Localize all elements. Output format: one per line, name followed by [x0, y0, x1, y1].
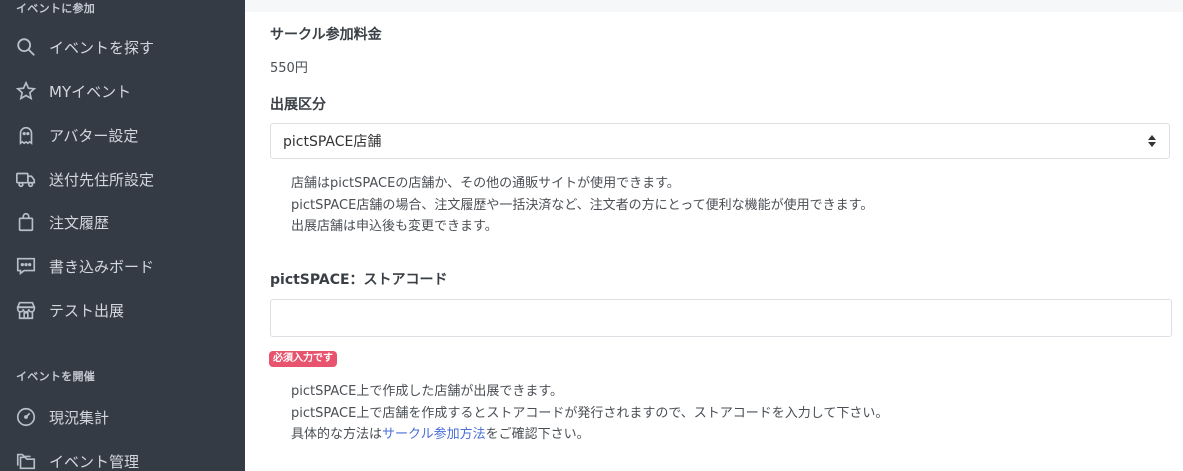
ghost-icon — [15, 124, 37, 146]
sidebar-item-label: MYイベント — [49, 82, 132, 101]
search-icon — [15, 36, 37, 58]
category-help-line: 出展店舗は申込後も変更できます。 — [291, 219, 498, 234]
sidebar-item-order-history[interactable]: 注文履歴 — [0, 202, 245, 242]
folders-icon — [15, 450, 37, 471]
star-icon — [15, 80, 37, 102]
store-help-line: pictSPACE上で作成した店舗が出展できます。 — [291, 384, 564, 399]
fee-value: 550円 — [270, 61, 308, 76]
sidebar-item-event-management[interactable]: イベント管理 — [0, 441, 245, 471]
shopping-bag-icon — [15, 211, 37, 233]
sidebar-item-search-events[interactable]: イベントを探す — [0, 27, 245, 67]
circle-join-guide-link[interactable]: サークル参加方法 — [382, 427, 486, 442]
store-help-line: pictSPACE上で店舗を作成するとストアコードが発行されますので、ストアコー… — [291, 405, 889, 421]
sidebar-item-label: 注文履歴 — [49, 213, 110, 232]
section-label-join: イベントに参加 — [16, 2, 96, 15]
sidebar-item-label: イベントを探す — [49, 38, 155, 57]
sidebar-item-label: 現況集計 — [49, 408, 110, 427]
sidebar-item-label: イベント管理 — [49, 452, 140, 471]
sort-arrows-icon — [1147, 133, 1157, 149]
gauge-icon — [15, 406, 37, 428]
main-content: サークル参加料金 550円 出展区分 pictSPACE店舗 店舗はpictSP… — [245, 0, 1183, 471]
category-select-value: pictSPACE店舗 — [283, 134, 382, 150]
top-strip — [245, 0, 1183, 12]
sidebar-item-test-exhibit[interactable]: テスト出展 — [0, 290, 245, 330]
store-code-heading: pictSPACE：ストアコード — [270, 272, 448, 288]
category-help-line: 店舗はpictSPACEの店舗か、その他の通販サイトが使用できます。 — [291, 176, 680, 191]
category-select[interactable]: pictSPACE店舗 — [270, 123, 1170, 159]
sidebar: イベントに参加 イベントを探す MYイベント アバター設定 送付先住所設定 注文… — [0, 0, 245, 471]
store-code-input[interactable] — [270, 299, 1172, 337]
category-help-text: 店舗はpictSPACEの店舗か、その他の通販サイトが使用できます。 pictS… — [291, 173, 873, 238]
chat-icon — [15, 255, 37, 277]
store-help-prefix: 具体的な方法は — [291, 427, 383, 442]
category-help-line: pictSPACE店舗の場合、注文履歴や一括決済など、注文者の方にとって便利な機… — [291, 197, 874, 213]
truck-icon — [15, 168, 37, 190]
fee-heading: サークル参加料金 — [270, 27, 382, 43]
sidebar-item-label: アバター設定 — [49, 126, 139, 145]
store-icon — [15, 299, 37, 321]
sidebar-item-avatar-settings[interactable]: アバター設定 — [0, 115, 245, 155]
sidebar-item-label: 送付先住所設定 — [49, 170, 155, 189]
store-help-line-last: 具体的な方法はサークル参加方法をご確認下さい。 — [291, 424, 888, 446]
sidebar-item-message-board[interactable]: 書き込みボード — [0, 246, 245, 286]
section-label-host: イベントを開催 — [16, 370, 96, 383]
sidebar-item-my-events[interactable]: MYイベント — [0, 71, 245, 111]
category-heading: 出展区分 — [270, 97, 326, 113]
store-help-suffix: をご確認下さい。 — [485, 427, 590, 442]
sidebar-item-status-summary[interactable]: 現況集計 — [0, 397, 245, 437]
store-help-text: pictSPACE上で作成した店舗が出展できます。 pictSPACE上で店舗を… — [291, 381, 888, 446]
sidebar-item-label: テスト出展 — [49, 301, 125, 320]
sidebar-item-label: 書き込みボード — [49, 257, 155, 276]
required-badge: 必須入力です — [269, 351, 337, 367]
sidebar-item-shipping-address[interactable]: 送付先住所設定 — [0, 159, 245, 199]
